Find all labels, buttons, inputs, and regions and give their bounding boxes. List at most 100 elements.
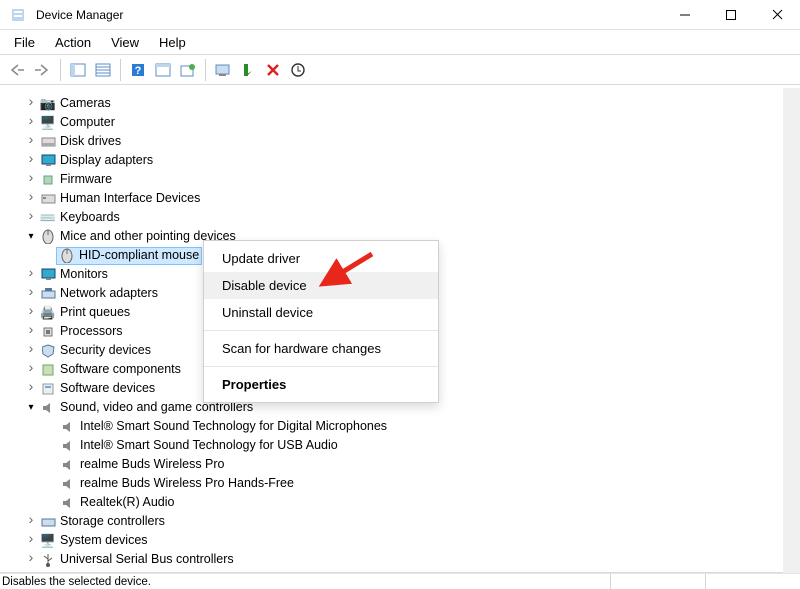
keyboard-icon: ⌨️ [40, 210, 56, 226]
tree-label: Software components [60, 360, 181, 379]
tree-label: Security devices [60, 341, 151, 360]
menu-separator [204, 366, 438, 367]
ctx-scan-hardware[interactable]: Scan for hardware changes [204, 335, 438, 362]
help-button[interactable]: ? [126, 58, 150, 82]
printer-icon: 🖨️ [40, 305, 56, 321]
chevron-right-icon[interactable] [24, 379, 38, 398]
menu-action[interactable]: Action [47, 33, 99, 52]
toolbar: ? [0, 54, 800, 85]
tree-label: Monitors [60, 265, 108, 284]
tree-label: realme Buds Wireless Pro Hands-Free [80, 474, 294, 493]
disable-device-button[interactable] [261, 58, 285, 82]
speaker-icon [60, 438, 76, 454]
tree-label: Software devices [60, 379, 155, 398]
tree-item-hid[interactable]: Human Interface Devices [4, 189, 800, 208]
tree-label: Processors [60, 322, 123, 341]
show-hide-tree-button[interactable] [66, 58, 90, 82]
shield-icon [40, 343, 56, 359]
tree-label: Network adapters [60, 284, 158, 303]
speaker-icon [60, 476, 76, 492]
speaker-icon [60, 495, 76, 511]
tree-label: Intel® Smart Sound Technology for Digita… [80, 417, 387, 436]
forward-button[interactable] [31, 58, 55, 82]
ctx-update-driver[interactable]: Update driver [204, 245, 438, 272]
toolbar-separator [205, 59, 206, 81]
computer-icon: 🖥️ [40, 533, 56, 549]
chevron-right-icon[interactable] [24, 550, 38, 569]
back-button[interactable] [6, 58, 30, 82]
chip-icon [40, 172, 56, 188]
tree-label: Firmware [60, 170, 112, 189]
tree-item-system[interactable]: 🖥️System devices [4, 531, 800, 550]
tree-label: Keyboards [60, 208, 120, 227]
mouse-icon [59, 248, 75, 264]
maximize-button[interactable] [708, 0, 754, 29]
menu-file[interactable]: File [6, 33, 43, 52]
status-text: Disables the selected device. [2, 576, 151, 588]
mouse-icon [40, 229, 56, 245]
menu-separator [204, 330, 438, 331]
tree-item-keyboards[interactable]: ⌨️Keyboards [4, 208, 800, 227]
tree-item-sound-child[interactable]: Realtek(R) Audio [4, 493, 800, 512]
tree-label: Cameras [60, 94, 111, 113]
scan-hardware-button[interactable] [211, 58, 235, 82]
software-icon [40, 381, 56, 397]
component-icon [40, 362, 56, 378]
tree-label: realme Buds Wireless Pro [80, 455, 225, 474]
chevron-down-icon[interactable] [24, 398, 38, 417]
tree-item-sound-child[interactable]: realme Buds Wireless Pro [4, 455, 800, 474]
tree-item-display[interactable]: Display adapters [4, 151, 800, 170]
tree-label: Human Interface Devices [60, 189, 200, 208]
tree-item-firmware[interactable]: Firmware [4, 170, 800, 189]
usb-icon [40, 552, 56, 568]
camera-icon: 📷 [40, 96, 56, 112]
action-button[interactable] [151, 58, 175, 82]
enable-device-button[interactable] [236, 58, 260, 82]
tree-item-storage[interactable]: Storage controllers [4, 512, 800, 531]
tree-item-sound-child[interactable]: realme Buds Wireless Pro Hands-Free [4, 474, 800, 493]
close-button[interactable] [754, 0, 800, 29]
uninstall-device-button[interactable] [286, 58, 310, 82]
menubar: File Action View Help [0, 30, 800, 54]
chevron-down-icon[interactable] [24, 227, 38, 246]
app-icon [10, 7, 26, 23]
toolbar-separator [60, 59, 61, 81]
properties-button[interactable] [91, 58, 115, 82]
menu-view[interactable]: View [103, 33, 147, 52]
tree-label: Storage controllers [60, 512, 165, 531]
menu-help[interactable]: Help [151, 33, 194, 52]
tree-label: Intel® Smart Sound Technology for USB Au… [80, 436, 338, 455]
tree-item-disk[interactable]: Disk drives [4, 132, 800, 151]
update-driver-button[interactable] [176, 58, 200, 82]
tree-label: Display adapters [60, 151, 153, 170]
context-menu: Update driver Disable device Uninstall d… [203, 240, 439, 403]
tree-item-computer[interactable]: 🖥️Computer [4, 113, 800, 132]
disk-icon [40, 134, 56, 150]
monitor-icon [40, 153, 56, 169]
chevron-right-icon[interactable] [24, 208, 38, 227]
tree-item-cameras[interactable]: 📷Cameras [4, 94, 800, 113]
minimize-button[interactable] [662, 0, 708, 29]
tree-label: Print queues [60, 303, 130, 322]
hid-icon [40, 191, 56, 207]
monitor-icon [40, 267, 56, 283]
toolbar-separator [120, 59, 121, 81]
tree-label: Disk drives [60, 132, 121, 151]
cpu-icon [40, 324, 56, 340]
ctx-uninstall-device[interactable]: Uninstall device [204, 299, 438, 326]
storage-icon [40, 514, 56, 530]
ctx-properties[interactable]: Properties [204, 371, 438, 398]
computer-icon: 🖥️ [40, 115, 56, 131]
tree-label: Realtek(R) Audio [80, 493, 175, 512]
svg-text:?: ? [135, 65, 142, 77]
ctx-disable-device[interactable]: Disable device [204, 272, 438, 299]
vertical-scrollbar[interactable] [783, 88, 800, 573]
tree-label: HID-compliant mouse [79, 246, 199, 265]
tree-item-sound-child[interactable]: Intel® Smart Sound Technology for Digita… [4, 417, 800, 436]
tree-label: System devices [60, 531, 148, 550]
statusbar: Disables the selected device. [0, 573, 800, 589]
tree-item-usb[interactable]: Universal Serial Bus controllers [4, 550, 800, 569]
tree-item-sound-child[interactable]: Intel® Smart Sound Technology for USB Au… [4, 436, 800, 455]
tree-label: Universal Serial Bus controllers [60, 550, 234, 569]
window-controls [662, 0, 800, 29]
